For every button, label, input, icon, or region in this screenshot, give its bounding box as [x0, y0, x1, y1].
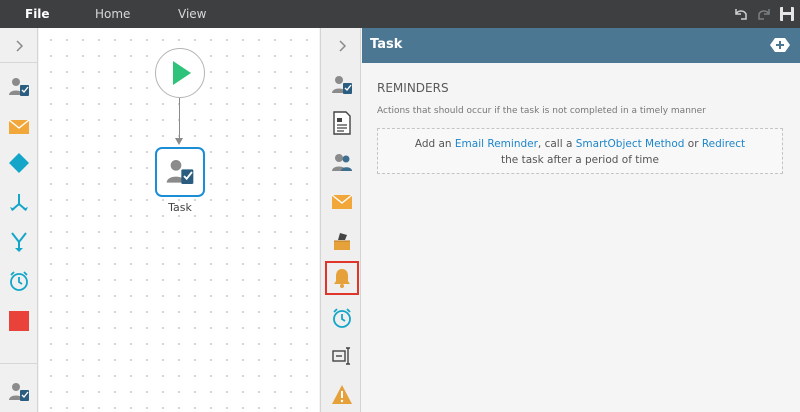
user-task-icon[interactable]: [5, 73, 33, 101]
task-user-icon[interactable]: [328, 71, 356, 99]
panel-add-icon[interactable]: [766, 35, 794, 55]
smartobject-method-link[interactable]: SmartObject Method: [576, 138, 685, 150]
warning-icon[interactable]: [328, 381, 356, 409]
split-arrows-icon[interactable]: [5, 189, 33, 217]
toolbox-divider: [0, 363, 38, 364]
user-task-icon: [166, 160, 194, 184]
toolbox: [0, 28, 38, 412]
panel-title: Task: [370, 37, 403, 52]
merge-arrows-icon[interactable]: [5, 228, 33, 256]
form-document-icon[interactable]: [328, 109, 356, 137]
decision-diamond-icon[interactable]: [5, 149, 33, 177]
connector-arrowhead: [175, 138, 183, 145]
menu-bar: File Home View: [0, 0, 800, 28]
email-icon[interactable]: [328, 188, 356, 216]
menu-file[interactable]: File: [25, 0, 50, 28]
toolbox-divider: [0, 62, 38, 63]
participants-icon[interactable]: [328, 148, 356, 176]
outcomes-icon[interactable]: [328, 226, 356, 254]
end-stop-icon[interactable]: [5, 307, 33, 335]
reminder-prefix: Add an: [414, 138, 455, 150]
reminder-mid-1: , call a: [537, 138, 576, 150]
redo-icon[interactable]: [755, 5, 773, 23]
panel-header: Task: [362, 28, 800, 63]
reminder-dropzone[interactable]: Add an Email Reminder, call a SmartObjec…: [377, 128, 783, 174]
start-node[interactable]: [155, 48, 205, 98]
save-icon[interactable]: [778, 5, 796, 23]
connector-line[interactable]: [179, 98, 180, 142]
menu-view[interactable]: View: [178, 0, 206, 28]
reminder-line-2: the task after a period of time: [501, 154, 659, 166]
undo-icon[interactable]: [732, 5, 750, 23]
menu-home[interactable]: Home: [95, 0, 130, 28]
task-panel: Task REMINDERS Actions that should occur…: [362, 28, 800, 412]
expand-chevron-icon[interactable]: [5, 32, 33, 60]
reminders-description: Actions that should occur if the task is…: [377, 106, 706, 116]
expand-chevron-icon[interactable]: [328, 32, 356, 60]
task-node[interactable]: [155, 147, 205, 197]
rename-field-icon[interactable]: [328, 342, 356, 370]
reminder-line-1: Add an Email Reminder, call a SmartObjec…: [378, 136, 782, 152]
reminder-bell-icon[interactable]: [325, 261, 359, 295]
redirect-link[interactable]: Redirect: [702, 138, 745, 150]
property-strip: [320, 28, 361, 412]
user-task-icon[interactable]: [5, 378, 33, 406]
task-node-label: Task: [168, 201, 192, 214]
email-reminder-link[interactable]: Email Reminder: [455, 138, 538, 150]
reminders-title: REMINDERS: [377, 81, 449, 95]
workflow-canvas[interactable]: Task: [39, 28, 319, 412]
reminder-mid-2: or: [684, 138, 702, 150]
email-icon[interactable]: [5, 113, 33, 141]
timer-icon[interactable]: [5, 267, 33, 295]
escalation-timer-icon[interactable]: [328, 304, 356, 332]
